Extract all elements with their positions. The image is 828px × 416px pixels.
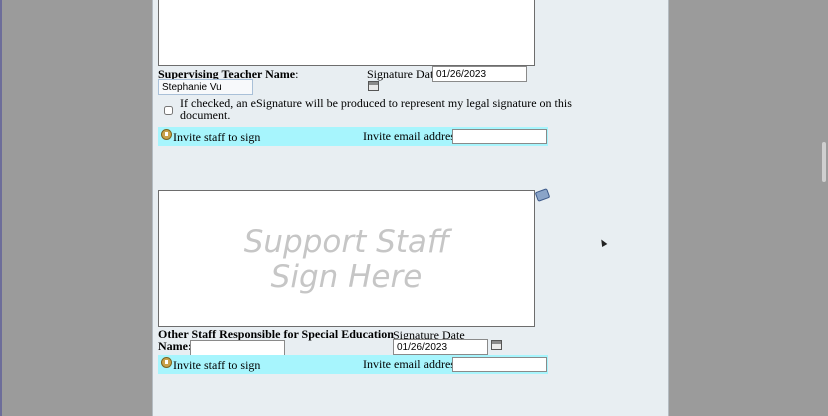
support-signature-date-field[interactable] — [393, 339, 488, 355]
teacher-signature-date-label: Signature Date — [367, 67, 439, 81]
invite-icon[interactable] — [161, 129, 172, 140]
invite-email-label: Invite email address: — [363, 357, 463, 371]
support-staff-signature-pad[interactable]: Support Staff Sign Here — [158, 190, 535, 327]
vertical-scrollbar[interactable] — [820, 0, 828, 416]
teacher-name-field[interactable] — [158, 79, 253, 95]
calendar-icon[interactable] — [491, 340, 502, 350]
right-gutter — [669, 0, 828, 416]
invite-staff-link[interactable]: Invite staff to sign — [173, 130, 260, 145]
invite-staff-link[interactable]: Invite staff to sign — [173, 358, 260, 373]
invite-bar-teacher: Invite staff to sign Invite email addres… — [158, 127, 548, 146]
left-gutter — [0, 0, 152, 416]
support-staff-placeholder-line2: Sign Here — [270, 259, 423, 295]
other-staff-name-field[interactable] — [190, 340, 285, 356]
invite-email-input[interactable] — [452, 129, 547, 144]
invite-icon[interactable] — [161, 357, 172, 368]
invite-email-input[interactable] — [452, 357, 547, 372]
teacher-signature-pad[interactable] — [158, 0, 535, 66]
esignature-text: If checked, an eSignature will be produc… — [180, 96, 572, 122]
support-staff-placeholder-line1: Support Staff — [243, 224, 450, 260]
teacher-signature-date-field[interactable] — [432, 66, 527, 82]
invite-bar-support: Invite staff to sign Invite email addres… — [158, 355, 548, 374]
invite-email-label: Invite email address: — [363, 129, 463, 143]
esignature-checkbox[interactable] — [164, 106, 173, 115]
calendar-icon[interactable] — [368, 81, 379, 91]
scrollbar-thumb[interactable] — [822, 142, 826, 182]
